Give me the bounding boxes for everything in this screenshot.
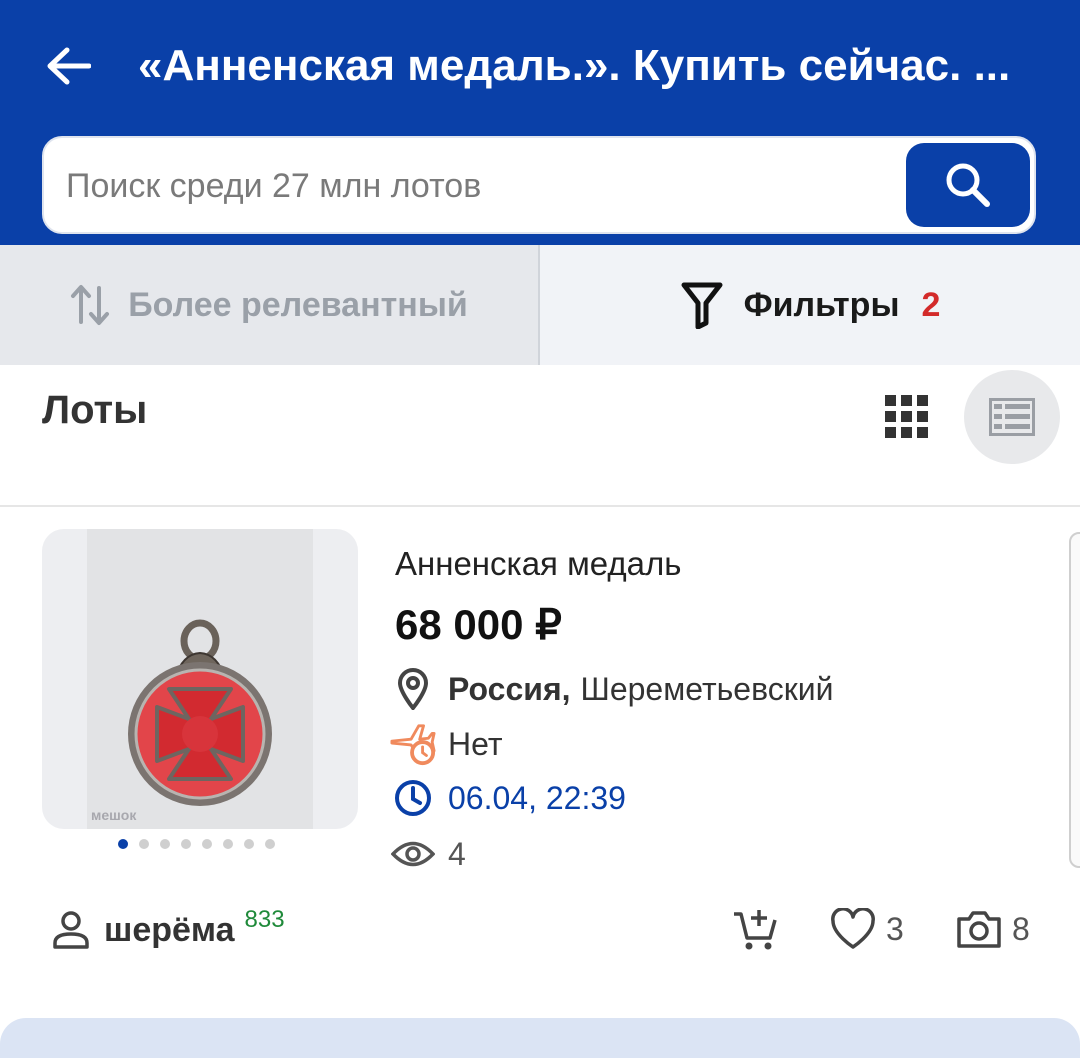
views-row: 4: [390, 829, 466, 879]
lots-heading: Лоты: [42, 388, 148, 432]
carousel-dots: [118, 839, 286, 851]
sort-button[interactable]: Более релевантный: [0, 245, 540, 365]
grid-icon: [885, 395, 928, 438]
location-city: Шереметьевский: [580, 670, 834, 707]
scrollbar-handle[interactable]: [1069, 532, 1080, 868]
lot-title[interactable]: Анненская медаль: [395, 545, 681, 583]
carousel-dot[interactable]: [118, 839, 128, 849]
carousel-dot[interactable]: [244, 839, 254, 849]
location-row: Россия, Шереметьевский: [390, 664, 833, 714]
carousel-dot[interactable]: [139, 839, 149, 849]
add-to-cart-button[interactable]: [728, 904, 782, 954]
divider: [0, 505, 1080, 507]
cart-plus-icon: [734, 910, 777, 950]
lot-price: 68 000 ₽: [395, 601, 562, 648]
image-watermark: мешок: [91, 807, 137, 823]
end-time-row: 06.04, 22:39: [390, 773, 626, 823]
clock-icon: [395, 780, 431, 816]
plane-clock-icon: [390, 724, 436, 766]
user-icon: [53, 911, 89, 949]
grid-view-button[interactable]: [874, 384, 940, 450]
sort-arrows-icon: [71, 285, 110, 325]
eye-icon: [391, 841, 435, 867]
lot-photo: мешок: [87, 529, 313, 829]
camera-icon: [957, 911, 1001, 948]
filter-label: Фильтры: [743, 285, 900, 324]
location-pin-icon: [397, 668, 429, 710]
end-time: 06.04, 22:39: [448, 779, 626, 816]
search-button[interactable]: [906, 143, 1030, 227]
back-button[interactable]: [40, 38, 96, 94]
page-title: «Анненская медаль.». Купить сейчас. ...: [138, 41, 1011, 90]
next-lot-card: [0, 1018, 1080, 1058]
views-count: 4: [448, 835, 466, 872]
sort-label: Более релевантный: [128, 285, 468, 324]
search-bar: [42, 136, 1036, 234]
search-input[interactable]: [64, 138, 888, 234]
photo-count: 8: [956, 904, 1030, 954]
carousel-dot[interactable]: [202, 839, 212, 849]
heart-icon: [831, 908, 875, 949]
sort-filter-bar: Более релевантный Фильтры 2: [0, 245, 1080, 365]
location-country: Россия,: [448, 670, 571, 707]
search-icon: [946, 163, 990, 207]
carousel-dot[interactable]: [160, 839, 170, 849]
seller-name: шерёма: [104, 910, 235, 949]
app-header: «Анненская медаль.». Купить сейчас. ...: [0, 0, 1080, 245]
shipping-row: Нет: [390, 719, 503, 769]
filter-count-badge: 2: [921, 285, 941, 324]
carousel-dot[interactable]: [265, 839, 275, 849]
favorites-count: 3: [886, 910, 904, 947]
seller-link[interactable]: шерёма 833: [52, 902, 285, 958]
list-view-button[interactable]: [964, 370, 1060, 464]
photos-count: 8: [1012, 910, 1030, 947]
carousel-dot[interactable]: [223, 839, 233, 849]
filter-funnel-icon: [681, 282, 723, 329]
medal-image: [87, 529, 313, 829]
lot-image-carousel[interactable]: мешок: [42, 529, 358, 829]
filter-button[interactable]: Фильтры 2: [540, 245, 1080, 365]
favorite-button[interactable]: 3: [830, 904, 904, 954]
carousel-dot[interactable]: [181, 839, 191, 849]
arrow-left-icon: [47, 47, 91, 85]
list-icon: [989, 398, 1035, 436]
seller-rating: 833: [244, 906, 285, 933]
shipping-value: Нет: [448, 725, 503, 762]
